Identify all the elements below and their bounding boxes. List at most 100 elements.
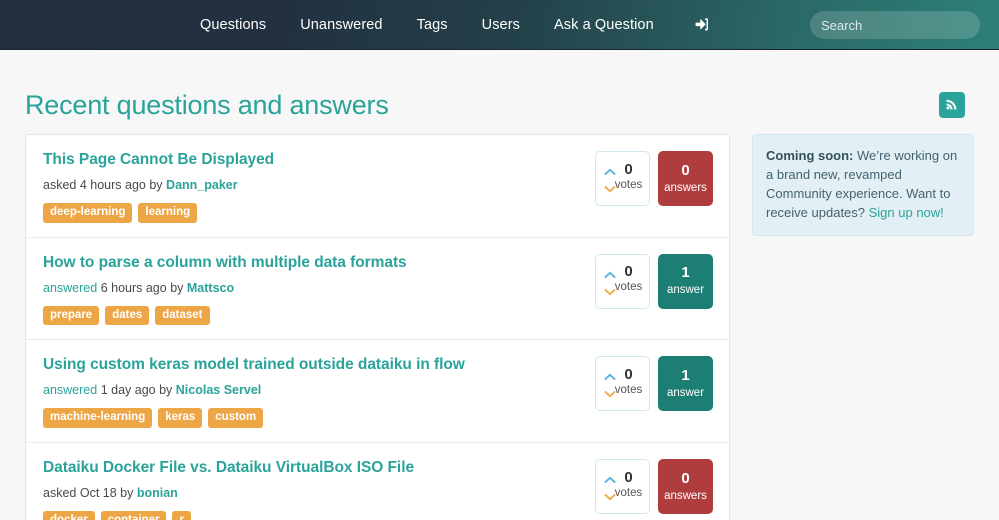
question-by-label: by <box>159 383 173 398</box>
question-tags: machine-learning keras custom <box>43 408 581 428</box>
question-main: This Page Cannot Be Displayed asked 4 hou… <box>43 150 581 223</box>
votes-box: 0 votes <box>595 253 650 309</box>
vote-arrows <box>604 472 616 504</box>
question-verb: asked <box>43 485 77 500</box>
vote-up-icon[interactable] <box>604 472 616 487</box>
question-title-link[interactable]: How to parse a column with multiple data… <box>43 254 407 272</box>
vote-down-icon[interactable] <box>604 284 616 299</box>
question-stats: 0 votes 1 answer <box>595 253 713 309</box>
question-time: Oct 18 <box>79 485 117 500</box>
page-title: Recent questions and answers <box>25 89 389 120</box>
nav-link-ask-a-question[interactable]: Ask a Question <box>537 0 671 50</box>
vote-arrows <box>604 369 616 401</box>
page-container: Recent questions and answers This Page C… <box>0 50 999 520</box>
votes-label: votes <box>614 178 643 191</box>
tag-pill[interactable]: deep-learning <box>43 203 133 223</box>
vote-down-icon[interactable] <box>604 489 616 504</box>
answers-label: answer <box>666 284 705 297</box>
answers-box[interactable]: 1 answer <box>658 356 713 412</box>
top-navbar: Questions Unanswered Tags Users Ask a Questi… <box>0 0 999 50</box>
tag-pill[interactable]: machine-learning <box>43 408 153 428</box>
sign-in-icon <box>693 16 710 33</box>
question-by-label: by <box>149 178 163 192</box>
question-meta: answered 1 day ago by Nicolas Servel <box>43 383 581 397</box>
question-main: Using custom keras model trained outside… <box>43 355 581 428</box>
question-tags: prepare dates dataset <box>43 305 581 326</box>
question-by-label: by <box>170 280 184 295</box>
nav-link-unanswered[interactable]: Unanswered <box>283 0 399 50</box>
search-input[interactable] <box>821 12 997 38</box>
answers-count: 1 <box>681 367 690 385</box>
question-stats: 0 votes 0 answers <box>595 458 713 514</box>
votes-count: 0 <box>624 263 633 281</box>
question-meta: asked Oct 18 by bonian <box>43 486 581 500</box>
tag-pill[interactable]: container <box>100 510 167 520</box>
coming-soon-alert: Coming soon: We’re working on a brand ne… <box>752 134 974 237</box>
nav-link-questions[interactable]: Questions <box>183 0 283 50</box>
sign-up-link[interactable]: Sign up now! <box>869 205 944 220</box>
search-box[interactable] <box>810 11 997 39</box>
question-tags: deep-learning learning <box>43 203 581 223</box>
nav-link-tags[interactable]: Tags <box>400 0 465 50</box>
question-verb[interactable]: answered <box>43 383 97 397</box>
tag-pill[interactable]: custom <box>208 408 264 428</box>
question-author-link[interactable]: Dann_paker <box>166 178 238 192</box>
answers-label: answers <box>664 489 707 502</box>
question-meta: answered 6 hours ago by Mattsco <box>43 281 581 295</box>
nav-link-users[interactable]: Users <box>465 0 537 50</box>
question-main: Dataiku Docker File vs. Dataiku VirtualB… <box>43 458 581 520</box>
answers-box[interactable]: 1 answer <box>658 253 713 309</box>
question-title-link[interactable]: Using custom keras model trained outside… <box>43 356 465 374</box>
votes-label: votes <box>614 384 643 397</box>
question-row: How to parse a column with multiple data… <box>26 238 729 341</box>
question-main: How to parse a column with multiple data… <box>43 253 581 326</box>
votes-box: 0 votes <box>595 458 650 514</box>
vote-arrows <box>604 164 616 196</box>
tag-pill[interactable]: learning <box>138 203 198 223</box>
vote-down-icon[interactable] <box>604 386 616 401</box>
answers-label: answers <box>664 181 707 194</box>
votes-count: 0 <box>624 160 633 178</box>
answers-count: 0 <box>681 469 690 487</box>
question-author-link[interactable]: Nicolas Servel <box>176 383 261 397</box>
question-time: 6 hours ago <box>100 280 167 295</box>
question-title-link[interactable]: This Page Cannot Be Displayed <box>43 151 274 169</box>
question-by-label: by <box>120 485 134 500</box>
vote-up-icon[interactable] <box>604 164 616 179</box>
tag-pill[interactable]: r <box>172 510 191 520</box>
answers-count: 0 <box>681 161 690 179</box>
question-row: This Page Cannot Be Displayed asked 4 hou… <box>26 135 729 238</box>
question-author-link[interactable]: bonian <box>137 486 178 500</box>
question-time: 4 hours ago <box>79 178 146 192</box>
question-author-link[interactable]: Mattsco <box>187 281 234 295</box>
answers-box[interactable]: 0 answers <box>658 151 713 206</box>
tag-pill[interactable]: dataset <box>155 305 210 326</box>
question-tags: docker container r <box>43 510 581 520</box>
votes-box: 0 votes <box>595 151 650 206</box>
vote-up-icon[interactable] <box>604 369 616 384</box>
answers-box[interactable]: 0 answers <box>658 458 713 514</box>
tag-pill[interactable]: docker <box>43 510 95 520</box>
votes-label: votes <box>614 486 643 499</box>
votes-box: 0 votes <box>595 356 650 412</box>
page-header: Recent questions and answers <box>22 50 977 134</box>
login-button[interactable] <box>675 16 728 33</box>
tag-pill[interactable]: prepare <box>43 305 100 326</box>
answers-label: answer <box>666 387 705 400</box>
question-stats: 0 votes 1 answer <box>595 355 713 412</box>
sidebar: Coming soon: We’re working on a brand ne… <box>752 134 974 520</box>
vote-down-icon[interactable] <box>604 181 616 196</box>
tag-pill[interactable]: dates <box>105 305 150 326</box>
question-title-link[interactable]: Dataiku Docker File vs. Dataiku VirtualB… <box>43 459 414 477</box>
question-row: Using custom keras model trained outside… <box>26 340 729 443</box>
rss-button[interactable] <box>939 92 965 118</box>
vote-arrows <box>604 267 616 299</box>
content-layout: This Page Cannot Be Displayed asked 4 hou… <box>22 134 977 520</box>
question-meta: asked 4 hours ago by Dann_paker <box>43 178 581 192</box>
rss-icon <box>945 97 959 114</box>
question-stats: 0 votes 0 answers <box>595 150 713 206</box>
question-verb[interactable]: answered <box>43 281 97 295</box>
nav-links: Questions Unanswered Tags Users Ask a Questi… <box>183 0 671 50</box>
tag-pill[interactable]: keras <box>158 408 203 428</box>
vote-up-icon[interactable] <box>604 267 616 282</box>
